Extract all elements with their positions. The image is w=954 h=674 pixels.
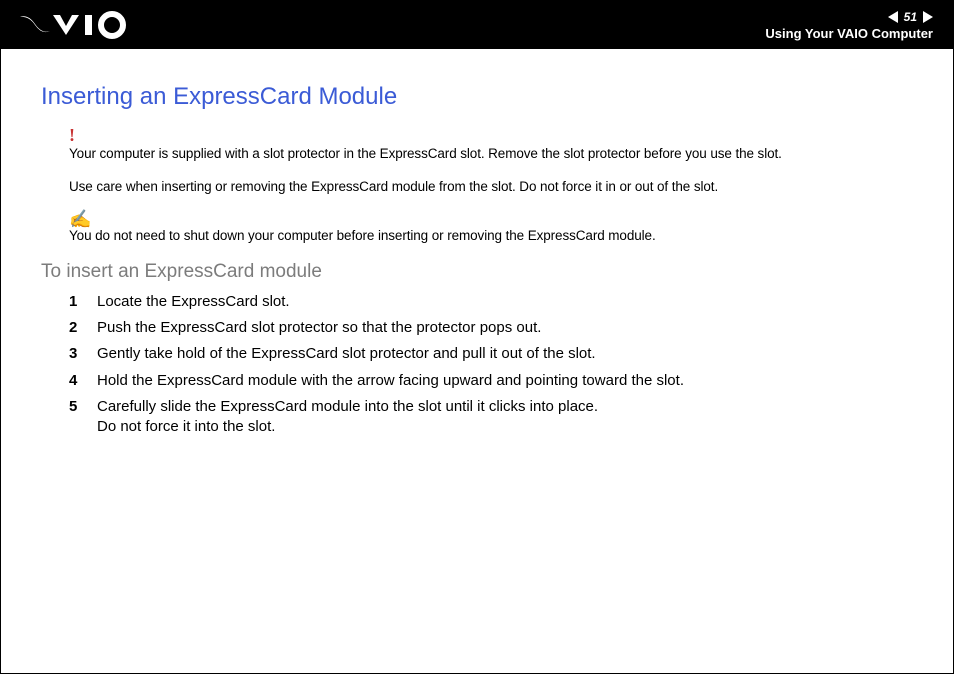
header-bar: 51 Using Your VAIO Computer — [1, 1, 953, 49]
page-content: Inserting an ExpressCard Module ! Your c… — [1, 49, 953, 440]
step-text: Gently take hold of the ExpressCard slot… — [97, 345, 596, 362]
step-text: Push the ExpressCard slot protector so t… — [97, 319, 541, 336]
step-text: Hold the ExpressCard module with the arr… — [97, 372, 684, 389]
caution-text-1: Your computer is supplied with a slot pr… — [69, 145, 913, 163]
vaio-logo — [19, 1, 139, 49]
step-extra: Do not force it into the slot. — [97, 417, 913, 437]
header-section-label: Using Your VAIO Computer — [765, 26, 933, 41]
procedure-heading: To insert an ExpressCard module — [41, 261, 913, 283]
caution-block: ! Your computer is supplied with a slot … — [69, 123, 913, 196]
caution-text-2: Use care when inserting or removing the … — [69, 178, 913, 196]
step-text: Locate the ExpressCard slot. — [97, 293, 290, 310]
list-item: Hold the ExpressCard module with the arr… — [69, 368, 913, 394]
page-frame: 51 Using Your VAIO Computer Inserting an… — [0, 0, 954, 674]
procedure-steps: Locate the ExpressCard slot. Push the Ex… — [69, 289, 913, 441]
tip-text: You do not need to shut down your comput… — [69, 227, 913, 245]
page-title: Inserting an ExpressCard Module — [41, 83, 913, 111]
next-page-icon[interactable] — [923, 11, 933, 23]
caution-icon: ! — [69, 123, 913, 147]
page-number: 51 — [904, 10, 917, 24]
list-item: Gently take hold of the ExpressCard slot… — [69, 341, 913, 367]
tip-icon: ✍ — [69, 210, 913, 228]
prev-page-icon[interactable] — [888, 11, 898, 23]
page-nav: 51 — [888, 10, 933, 24]
list-item: Locate the ExpressCard slot. — [69, 289, 913, 315]
list-item: Push the ExpressCard slot protector so t… — [69, 315, 913, 341]
list-item: Carefully slide the ExpressCard module i… — [69, 394, 913, 441]
header-right: 51 Using Your VAIO Computer — [765, 10, 933, 41]
vaio-logo-svg — [19, 11, 139, 39]
step-text: Carefully slide the ExpressCard module i… — [97, 398, 598, 415]
tip-block: ✍ You do not need to shut down your comp… — [69, 210, 913, 245]
